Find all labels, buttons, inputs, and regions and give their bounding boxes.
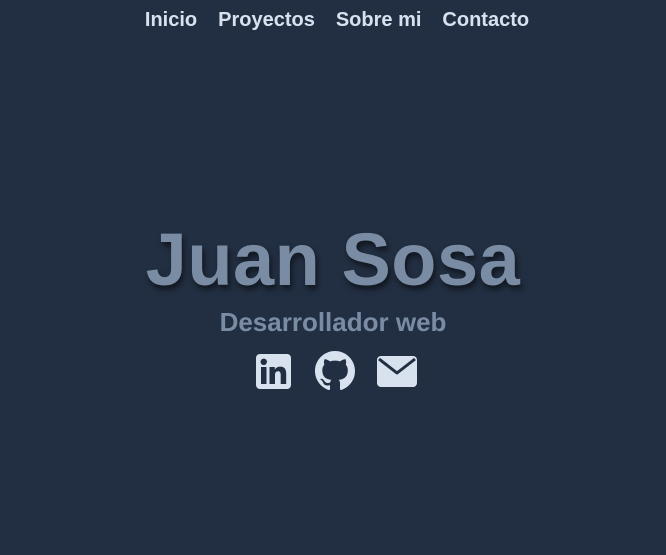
- email-icon: [377, 355, 417, 387]
- linkedin-icon: [255, 353, 291, 389]
- nav-link-inicio[interactable]: Inicio: [145, 9, 197, 32]
- linkedin-link[interactable]: [253, 351, 293, 391]
- hero-section: Juan Sosa Desarrollador web: [0, 212, 666, 391]
- nav-link-proyectos[interactable]: Proyectos: [218, 9, 315, 32]
- nav-link-sobre-mi[interactable]: Sobre mi: [336, 9, 422, 32]
- social-links: [0, 351, 666, 391]
- hero-subtitle: Desarrollador web: [219, 307, 447, 337]
- hero-name: Juan Sosa: [145, 218, 521, 301]
- github-link[interactable]: [315, 351, 355, 391]
- nav-link-contacto[interactable]: Contacto: [442, 9, 529, 32]
- email-link[interactable]: [377, 351, 417, 391]
- main-nav: Inicio Proyectos Sobre mi Contacto: [0, 0, 666, 40]
- github-icon: [315, 351, 355, 391]
